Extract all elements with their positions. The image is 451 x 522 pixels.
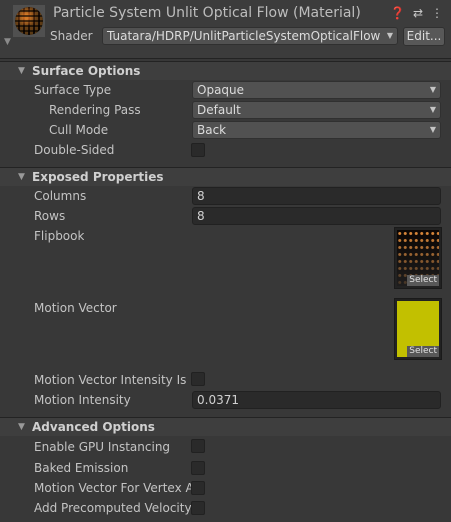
- help-icon[interactable]: ❓: [390, 6, 405, 20]
- select-texture-button[interactable]: Select: [407, 346, 439, 357]
- motion-vector-vertex-label: Motion Vector For Vertex Ar: [34, 481, 191, 495]
- sphere-preview-icon: [15, 7, 43, 35]
- shader-label: Shader: [50, 29, 93, 43]
- section-title: Surface Options: [32, 64, 141, 78]
- dropdown-value: Opaque: [197, 83, 245, 97]
- rendering-pass-label: Rendering Pass: [49, 103, 141, 117]
- columns-label: Columns: [34, 189, 87, 203]
- motion-vector-intensity-enabled-checkbox[interactable]: [191, 372, 205, 386]
- precomputed-velocity-checkbox[interactable]: [191, 501, 205, 515]
- material-header: Particle System Unlit Optical Flow (Mate…: [0, 0, 451, 59]
- chevron-down-icon: ▼: [429, 125, 436, 134]
- more-icon[interactable]: ⋮: [431, 6, 443, 20]
- shader-dropdown[interactable]: Tuatara/HDRP/UnlitParticleSystemOpticalF…: [102, 27, 398, 45]
- surface-type-dropdown[interactable]: Opaque ▼: [192, 81, 441, 99]
- section-advanced-options[interactable]: ▼ Advanced Options: [0, 417, 451, 436]
- material-preview-thumbnail: [13, 5, 45, 37]
- motion-intensity-label: Motion Intensity: [34, 393, 131, 407]
- foldout-icon: ▼: [18, 422, 25, 432]
- dropdown-value: Default: [197, 103, 241, 117]
- section-surface-options[interactable]: ▼ Surface Options: [0, 61, 451, 80]
- foldout-icon: ▼: [18, 172, 25, 182]
- section-title: Exposed Properties: [32, 170, 164, 184]
- double-sided-checkbox[interactable]: [191, 143, 205, 157]
- edit-shader-button[interactable]: Edit...: [403, 27, 445, 46]
- motion-vector-texture-slot[interactable]: Select: [394, 298, 442, 360]
- gpu-instancing-label: Enable GPU Instancing: [34, 440, 171, 454]
- motion-vector-label: Motion Vector: [34, 301, 117, 315]
- rows-input[interactable]: 8: [192, 207, 441, 225]
- flipbook-texture-slot[interactable]: Select: [394, 227, 442, 289]
- material-title: Particle System Unlit Optical Flow (Mate…: [53, 5, 361, 21]
- chevron-down-icon: ▼: [429, 85, 436, 94]
- columns-input[interactable]: 8: [192, 187, 441, 205]
- double-sided-label: Double-Sided: [34, 143, 115, 157]
- foldout-icon[interactable]: ▼: [4, 37, 11, 47]
- section-exposed-properties[interactable]: ▼ Exposed Properties: [0, 167, 451, 186]
- section-title: Advanced Options: [32, 420, 155, 434]
- motion-intensity-input[interactable]: 0.0371: [192, 391, 441, 409]
- cull-mode-dropdown[interactable]: Back ▼: [192, 121, 441, 139]
- motion-vector-vertex-checkbox[interactable]: [191, 481, 205, 495]
- gpu-instancing-checkbox[interactable]: [191, 439, 205, 453]
- chevron-down-icon: ▼: [386, 31, 393, 40]
- surface-type-label: Surface Type: [34, 83, 112, 97]
- dropdown-value: Back: [197, 123, 227, 137]
- chevron-down-icon: ▼: [429, 105, 436, 114]
- rows-label: Rows: [34, 209, 66, 223]
- baked-emission-checkbox[interactable]: [191, 461, 205, 475]
- presets-icon[interactable]: ⇄: [413, 6, 423, 20]
- flipbook-label: Flipbook: [34, 229, 85, 243]
- shader-value: Tuatara/HDRP/UnlitParticleSystemOpticalF…: [107, 29, 381, 43]
- rendering-pass-dropdown[interactable]: Default ▼: [192, 101, 441, 119]
- precomputed-velocity-label: Add Precomputed Velocity: [34, 501, 192, 515]
- motion-vector-intensity-enabled-label: Motion Vector Intensity Is Er: [34, 373, 191, 387]
- foldout-icon: ▼: [18, 66, 25, 76]
- baked-emission-label: Baked Emission: [34, 461, 129, 475]
- cull-mode-label: Cull Mode: [49, 123, 109, 137]
- select-texture-button[interactable]: Select: [407, 275, 439, 286]
